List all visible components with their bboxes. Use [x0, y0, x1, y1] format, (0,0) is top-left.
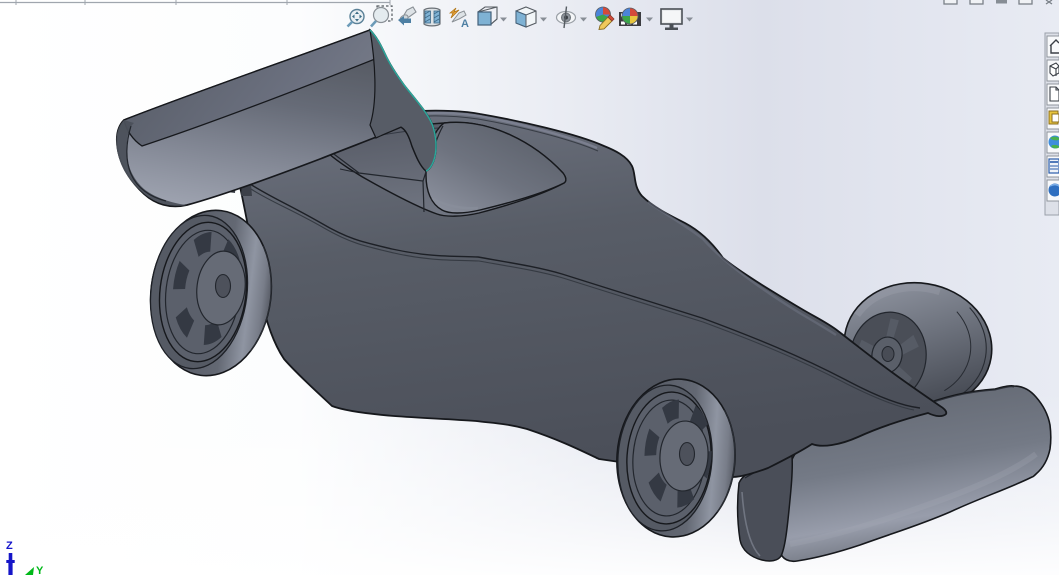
svg-text:A: A: [461, 18, 469, 30]
svg-text:Y: Y: [36, 565, 44, 575]
svg-text:Z: Z: [6, 540, 13, 552]
